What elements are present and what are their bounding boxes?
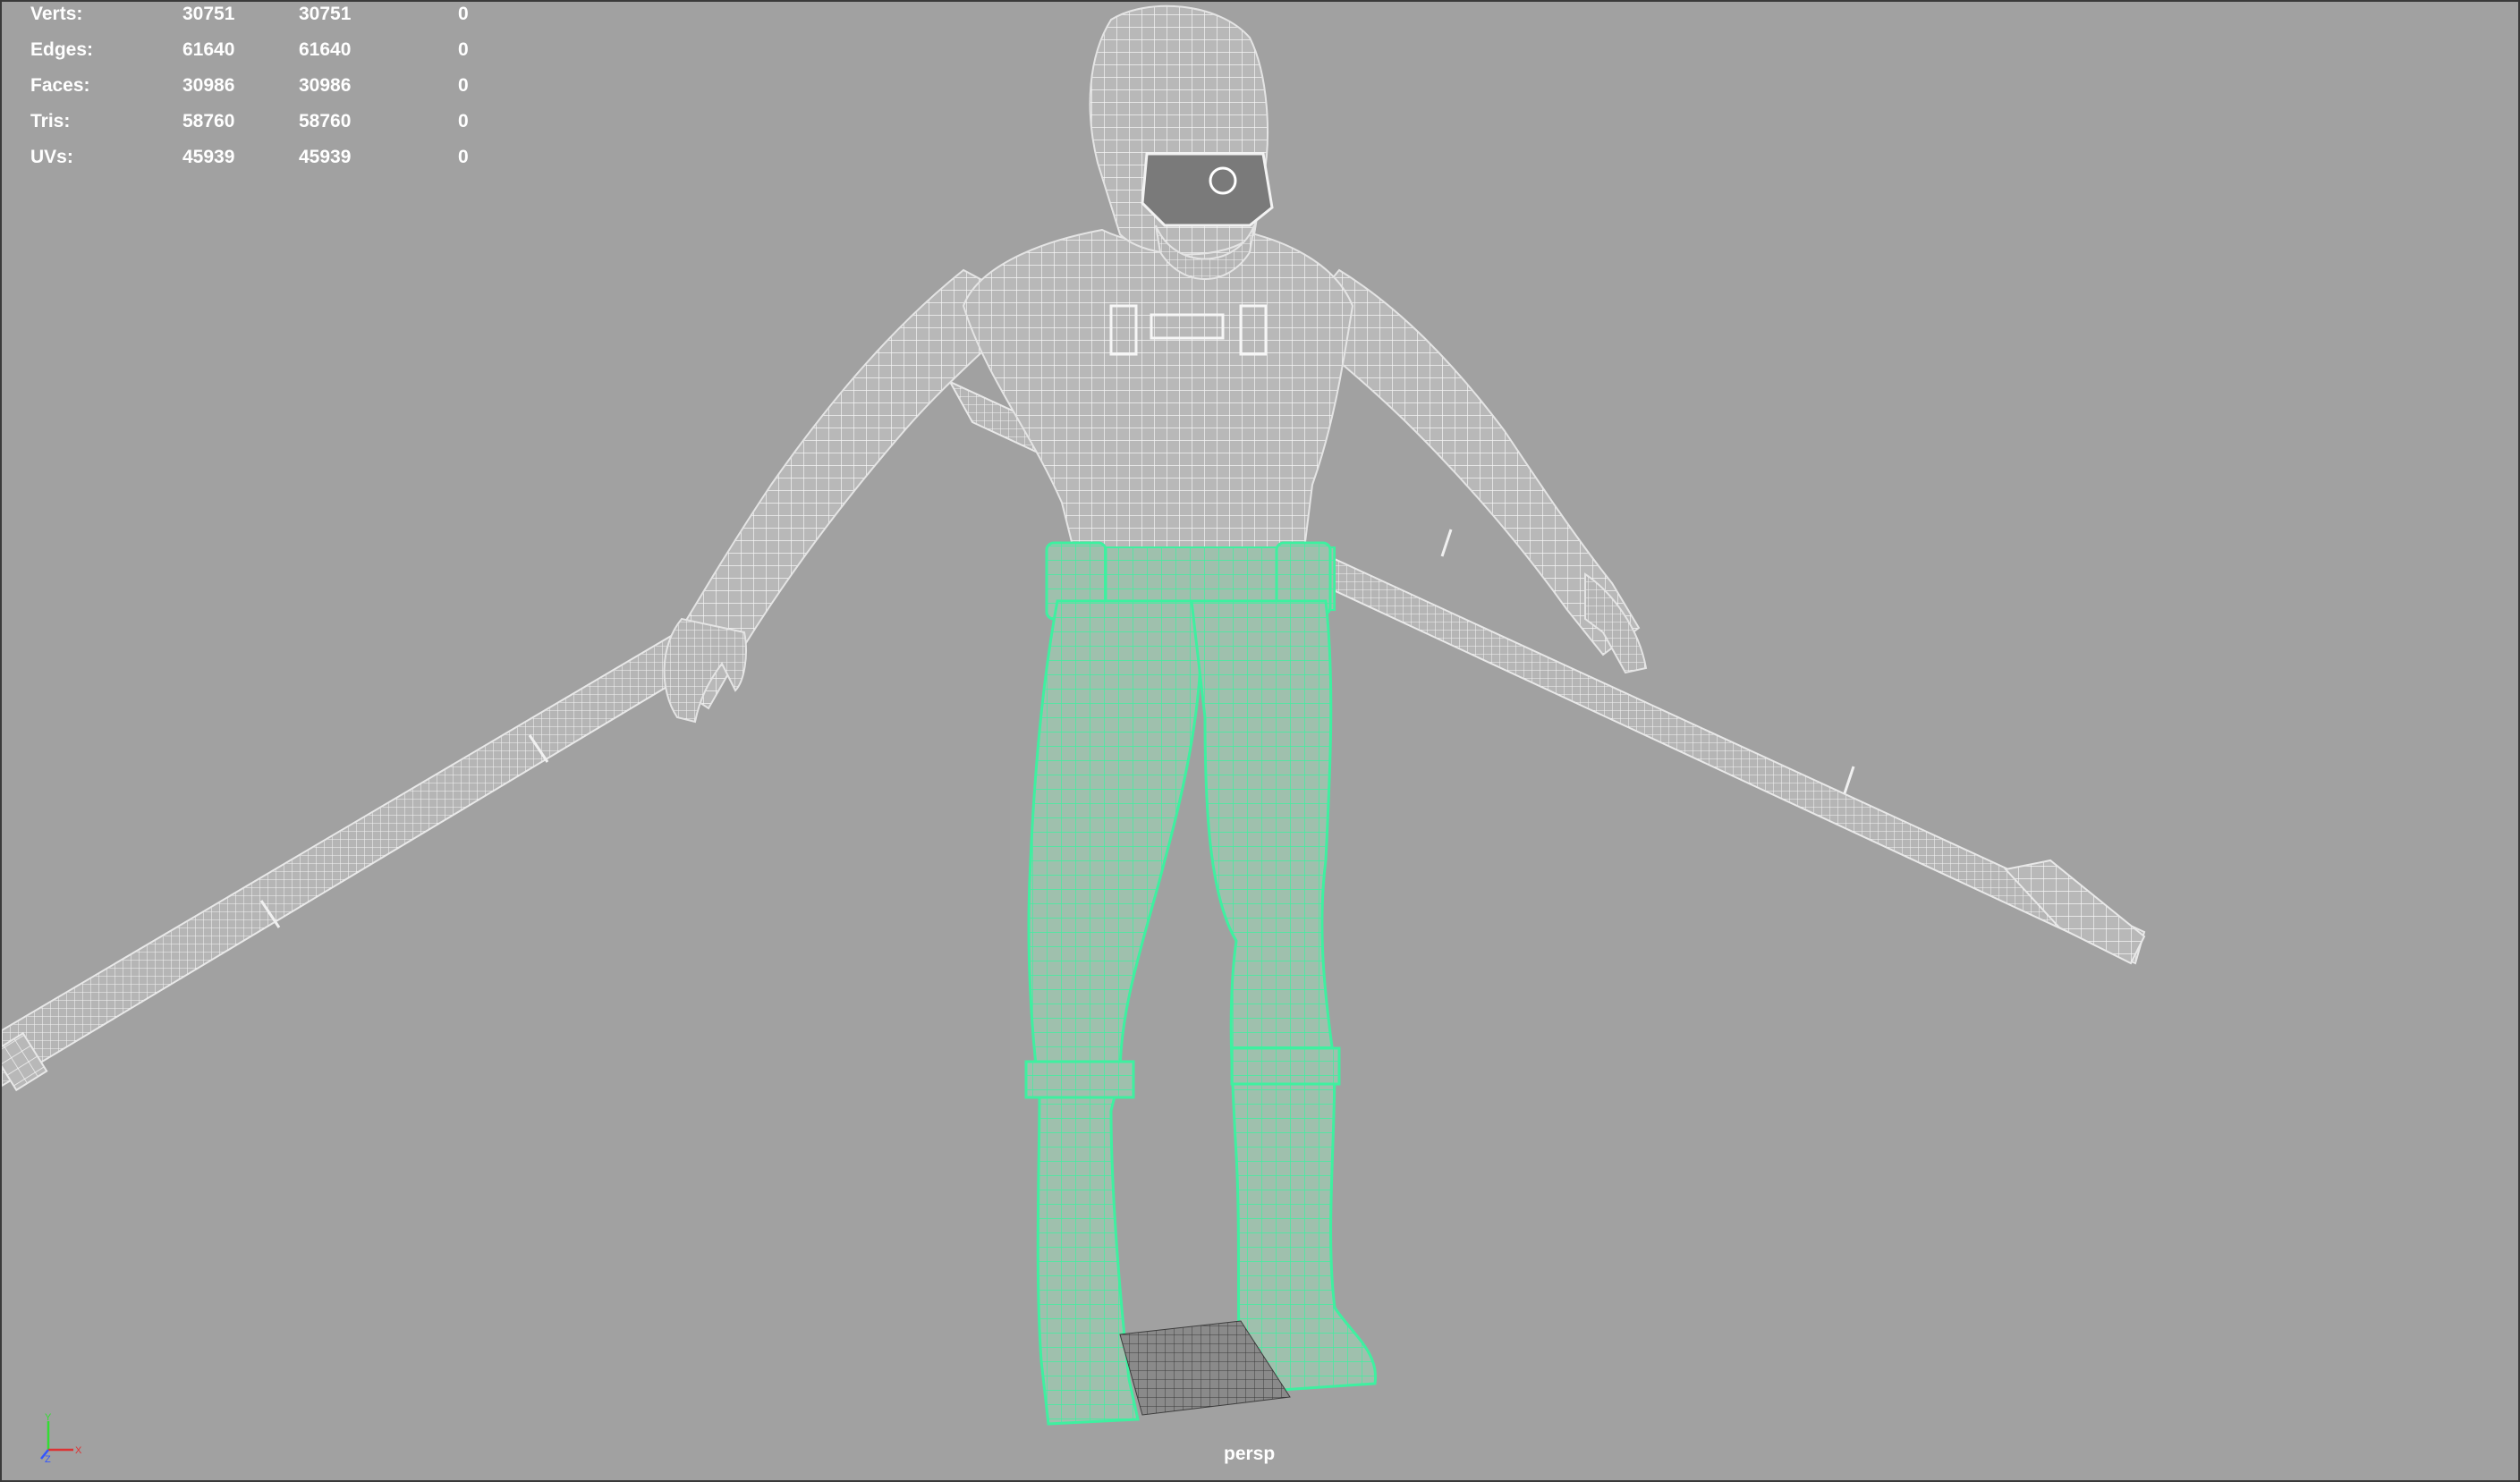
hud-value: 0 xyxy=(458,75,469,96)
hud-row-edges: Edges: 61640 61640 0 xyxy=(2,39,503,63)
hud-label: UVs: xyxy=(30,147,73,167)
hud-value: 0 xyxy=(458,4,469,24)
hud-row-uvs: UVs: 45939 45939 0 xyxy=(2,147,503,170)
hud-value: 0 xyxy=(458,147,469,167)
hud-value: 30751 xyxy=(299,4,352,24)
hud-value: 30751 xyxy=(182,4,235,24)
hud-value: 0 xyxy=(458,39,469,60)
axis-label-x: X xyxy=(75,1445,82,1456)
axis-label-z: Z xyxy=(45,1454,51,1464)
selected-legs[interactable] xyxy=(1024,541,1378,1426)
hud-label: Verts: xyxy=(30,4,83,24)
hud-row-tris: Tris: 58760 58760 0 xyxy=(2,111,503,134)
hud-value: 45939 xyxy=(299,147,352,167)
axis-label-y: Y xyxy=(45,1412,52,1423)
hud-value: 45939 xyxy=(182,147,235,167)
hud-label: Edges: xyxy=(30,39,94,60)
hud-row-faces: Faces: 30986 30986 0 xyxy=(2,75,503,98)
perspective-viewport[interactable]: Verts: 30751 30751 0 Edges: 61640 61640 … xyxy=(0,0,2520,1482)
hud-value: 0 xyxy=(458,111,469,131)
hud-label: Faces: xyxy=(30,75,90,96)
hud-value: 30986 xyxy=(182,75,235,96)
hud-value: 61640 xyxy=(299,39,352,60)
hud-label: Tris: xyxy=(30,111,71,131)
hud-value: 61640 xyxy=(182,39,235,60)
left-staff[interactable] xyxy=(2,631,692,1092)
camera-name-label: persp xyxy=(1224,1444,1276,1464)
hud-value: 30986 xyxy=(299,75,352,96)
axis-gizmo-icon: Y X Z xyxy=(40,1412,82,1464)
hud-value: 58760 xyxy=(182,111,235,131)
torso[interactable] xyxy=(962,228,1354,557)
hud-value: 58760 xyxy=(299,111,352,131)
scene-canvas[interactable] xyxy=(2,2,2518,1480)
hud-row-verts: Verts: 30751 30751 0 xyxy=(2,4,503,27)
